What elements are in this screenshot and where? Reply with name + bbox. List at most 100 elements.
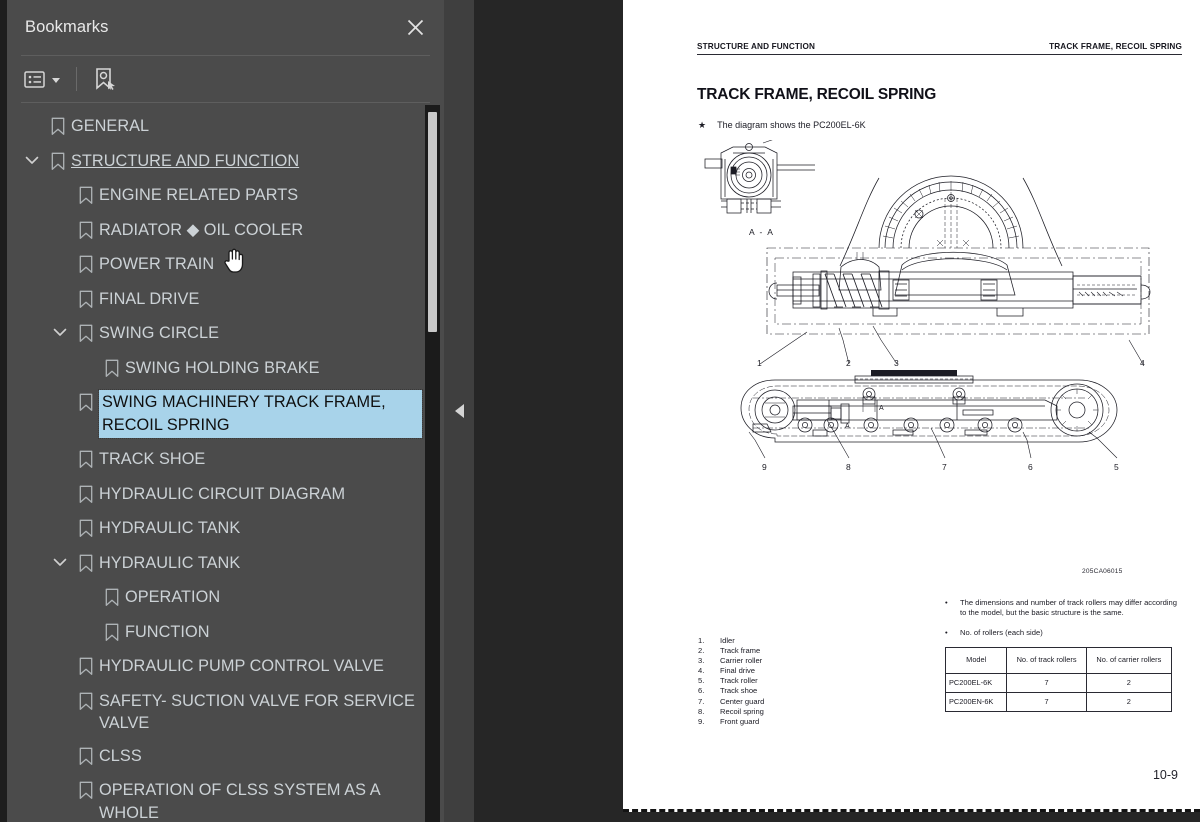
bookmark-item[interactable]: FUNCTION bbox=[7, 615, 426, 650]
bookmark-item[interactable]: CLSS bbox=[7, 739, 426, 774]
page-number: 10-9 bbox=[1152, 768, 1178, 782]
running-head-right: TRACK FRAME, RECOIL SPRING bbox=[1049, 42, 1182, 51]
twisty-placeholder bbox=[47, 286, 73, 293]
table-cell: PC200EN-6K bbox=[944, 692, 1008, 713]
bookmark-item[interactable]: POWER TRAIN bbox=[7, 247, 426, 282]
panel-splitter[interactable] bbox=[444, 0, 474, 822]
parts-legend-name: Front guard bbox=[720, 716, 760, 726]
svg-text:2: 2 bbox=[846, 358, 851, 368]
close-icon[interactable] bbox=[402, 15, 428, 41]
parts-legend-name: Center guard bbox=[720, 696, 765, 706]
twisty-placeholder bbox=[47, 777, 73, 784]
parts-legend-name: Track frame bbox=[720, 646, 761, 656]
bookmark-label: SWING CIRCLE bbox=[99, 324, 220, 342]
parts-legend-number: 4. bbox=[698, 666, 705, 676]
collapse-left-icon[interactable] bbox=[454, 404, 464, 418]
note-text: The dimensions and number of track rolle… bbox=[960, 598, 1177, 618]
scrollbar-thumb[interactable] bbox=[428, 112, 437, 332]
bookmarks-panel: Bookmarks GENERAL STRUCTURE AND FUNCTION… bbox=[0, 0, 444, 822]
chevron-down-icon[interactable] bbox=[47, 550, 73, 567]
bookmarks-panel-header: Bookmarks bbox=[7, 0, 444, 55]
bookmark-label: FINAL DRIVE bbox=[99, 289, 200, 308]
bookmark-label: HYDRAULIC CIRCUIT DIAGRAM bbox=[99, 484, 346, 503]
page-title: TRACK FRAME, RECOIL SPRING bbox=[697, 86, 937, 103]
bookmark-icon bbox=[73, 389, 99, 412]
bookmark-item[interactable]: SWING MACHINERY TRACK FRAME, RECOIL SPRI… bbox=[7, 385, 426, 442]
twisty-placeholder bbox=[47, 688, 73, 695]
bookmark-item[interactable]: OPERATION OF CLSS SYSTEM AS A WHOLE bbox=[7, 773, 426, 822]
bookmark-label: SAFETY- SUCTION VALVE FOR SERVICE VALVE bbox=[99, 691, 420, 733]
bookmark-label: HYDRAULIC PUMP CONTROL VALVE bbox=[99, 657, 384, 675]
note-item: • No. of rollers (each side) bbox=[945, 628, 1177, 638]
bookmark-item[interactable]: HYDRAULIC PUMP CONTROL VALVE bbox=[7, 649, 426, 684]
bookmark-label: HYDRAULIC TANK bbox=[99, 553, 241, 572]
bookmark-label: GENERAL bbox=[71, 117, 150, 135]
parts-legend-name: Final drive bbox=[720, 666, 756, 676]
table-header-cell: No. of track rollers bbox=[1006, 647, 1087, 674]
table-cell: 7 bbox=[1006, 692, 1087, 713]
twisty-placeholder bbox=[47, 653, 73, 660]
twisty-placeholder bbox=[19, 113, 45, 120]
bookmark-icon bbox=[73, 320, 99, 343]
bookmark-icon bbox=[73, 743, 99, 766]
bookmark-item[interactable]: SAFETY- SUCTION VALVE FOR SERVICE VALVE bbox=[7, 684, 426, 739]
bookmark-item[interactable]: SWING CIRCLE bbox=[7, 316, 426, 351]
bookmark-item[interactable]: RADIATOR ◆ OIL COOLER bbox=[7, 213, 426, 248]
bookmark-item[interactable]: GENERAL bbox=[7, 109, 426, 144]
bookmark-item[interactable]: TRACK SHOE bbox=[7, 442, 426, 477]
twisty-placeholder bbox=[73, 619, 99, 626]
bookmark-icon bbox=[99, 584, 125, 607]
twisty-placeholder bbox=[47, 182, 73, 189]
bookmark-item[interactable]: STRUCTURE AND FUNCTION bbox=[7, 144, 426, 179]
parts-legend-number: 1. bbox=[698, 636, 705, 645]
toolbar-separator bbox=[76, 67, 77, 91]
bookmark-item[interactable]: FINAL DRIVE bbox=[7, 282, 426, 317]
notes-block: • The dimensions and number of track rol… bbox=[944, 598, 1177, 713]
bookmark-item[interactable]: HYDRAULIC TANK bbox=[7, 511, 426, 546]
bookmark-item[interactable]: HYDRAULIC CIRCUIT DIAGRAM bbox=[7, 477, 426, 512]
bullet-icon: • bbox=[945, 627, 948, 637]
bookmark-label: RADIATOR ◆ OIL COOLER bbox=[99, 220, 304, 239]
twisty-placeholder bbox=[47, 743, 73, 750]
table-body: PC200EL-6K 7 2 PC200EN-6K 7 2 bbox=[944, 672, 1173, 713]
parts-legend-row: 8. Recoil spring bbox=[698, 707, 764, 717]
pdf-page: STRUCTURE AND FUNCTION TRACK FRAME, RECO… bbox=[623, 0, 1200, 812]
bookmark-label: TRACK SHOE bbox=[99, 450, 206, 468]
bookmarks-scrollbar[interactable] bbox=[425, 105, 440, 822]
svg-text:A: A bbox=[879, 405, 884, 412]
bookmarks-tree-container: GENERAL STRUCTURE AND FUNCTION ENGINE RELA… bbox=[7, 103, 444, 822]
bookmark-icon bbox=[73, 515, 99, 538]
twisty-placeholder bbox=[47, 515, 73, 522]
table-cell: 2 bbox=[1085, 672, 1173, 694]
parts-legend-number: 9. bbox=[698, 716, 705, 726]
twisty-placeholder bbox=[47, 217, 73, 224]
bookmark-item[interactable]: SWING HOLDING BRAKE bbox=[7, 351, 426, 386]
bookmarks-toolbar bbox=[7, 56, 444, 102]
svg-text:1: 1 bbox=[757, 358, 762, 368]
bookmark-item[interactable]: OPERATION bbox=[7, 580, 426, 615]
table-header-row: Model No. of track rollers No. of carrier … bbox=[944, 647, 1173, 674]
parts-legend-row: 4. Final drive bbox=[698, 666, 764, 676]
chevron-down-icon[interactable] bbox=[19, 148, 45, 165]
bookmark-label: SWING HOLDING BRAKE bbox=[125, 358, 320, 377]
svg-text:9: 9 bbox=[762, 462, 767, 472]
bookmark-label: SWING MACHINERY TRACK FRAME, RECOIL SPRI… bbox=[98, 389, 423, 439]
pdf-reader-window: Bookmarks GENERAL STRUCTURE AND FUNCTION… bbox=[0, 0, 1200, 822]
svg-text:3: 3 bbox=[894, 358, 899, 368]
parts-legend-name: Track shoe bbox=[720, 686, 758, 696]
diagram-note-text: The diagram shows the PC200EL-6K bbox=[717, 120, 866, 130]
new-bookmark-icon[interactable] bbox=[88, 63, 121, 95]
chevron-down-icon bbox=[52, 77, 60, 83]
bookmark-item[interactable]: HYDRAULIC TANK bbox=[7, 546, 426, 581]
bookmark-icon bbox=[73, 688, 99, 711]
list-options-icon[interactable] bbox=[19, 66, 65, 93]
bookmark-label: HYDRAULIC TANK bbox=[99, 519, 241, 537]
note-text: No. of rollers (each side) bbox=[960, 627, 1043, 637]
table-header-cell: Model bbox=[944, 647, 1008, 674]
twisty-placeholder bbox=[73, 355, 99, 362]
figure-code: 205CA06015 bbox=[1082, 568, 1123, 575]
chevron-down-icon[interactable] bbox=[47, 320, 73, 337]
bookmarks-tree: GENERAL STRUCTURE AND FUNCTION ENGINE RELA… bbox=[7, 109, 444, 822]
document-viewer[interactable]: STRUCTURE AND FUNCTION TRACK FRAME, RECO… bbox=[623, 0, 1200, 822]
bookmark-item[interactable]: ENGINE RELATED PARTS bbox=[7, 178, 426, 213]
